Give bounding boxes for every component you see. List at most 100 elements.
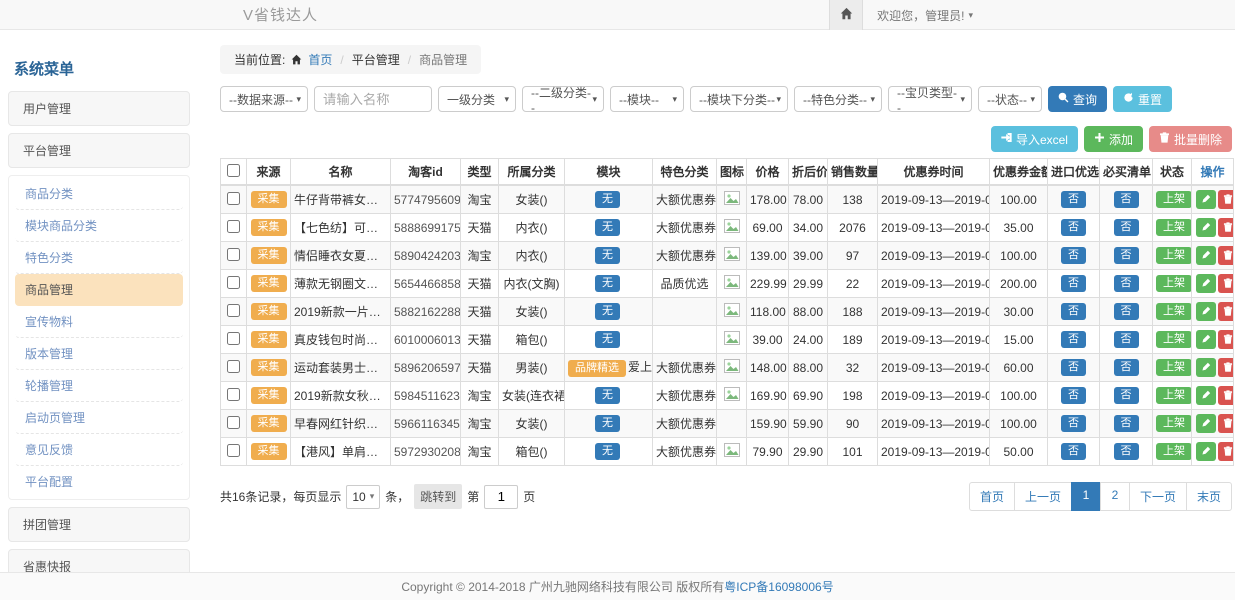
- must-buy-badge[interactable]: 否: [1114, 331, 1139, 348]
- must-buy-badge[interactable]: 否: [1114, 443, 1139, 460]
- sidebar-item-特色分类[interactable]: 特色分类: [15, 242, 183, 274]
- must-buy-badge[interactable]: 否: [1114, 219, 1139, 236]
- row-checkbox[interactable]: [227, 444, 240, 457]
- row-checkbox[interactable]: [227, 192, 240, 205]
- sidebar-item-版本管理[interactable]: 版本管理: [15, 338, 183, 370]
- import-excel-button[interactable]: 导入excel: [991, 126, 1078, 152]
- delete-button[interactable]: [1218, 190, 1234, 209]
- filter-module-subcategory[interactable]: --模块下分类--▾: [690, 86, 788, 112]
- page-button-下一页[interactable]: 下一页: [1129, 482, 1187, 511]
- name-search-input[interactable]: [314, 86, 432, 112]
- sidebar-item-平台管理[interactable]: 平台管理: [8, 133, 190, 168]
- table-header-row: 来源 名称 淘客id 类型 所属分类 模块 特色分类 图标 价格 折后价 销售数…: [221, 159, 1234, 186]
- module-cell: 无: [565, 214, 653, 242]
- page-button-上一页[interactable]: 上一页: [1014, 482, 1072, 511]
- page-button-首页[interactable]: 首页: [969, 482, 1015, 511]
- row-checkbox[interactable]: [227, 304, 240, 317]
- import-select-badge[interactable]: 否: [1061, 387, 1086, 404]
- module-badge: 无: [595, 415, 620, 432]
- product-name: 薄款无钢圈文胸聚拢性...: [291, 270, 391, 298]
- page-number-input[interactable]: [484, 485, 518, 509]
- row-checkbox[interactable]: [227, 220, 240, 233]
- filter-status[interactable]: --状态--▾: [978, 86, 1042, 112]
- edit-button[interactable]: [1196, 442, 1216, 461]
- per-page-select[interactable]: 10▾: [346, 485, 380, 509]
- import-select-badge[interactable]: 否: [1061, 275, 1086, 292]
- import-select-badge[interactable]: 否: [1061, 303, 1086, 320]
- filter-level2-category[interactable]: --二级分类--▾: [522, 86, 604, 112]
- import-select-badge[interactable]: 否: [1061, 247, 1086, 264]
- row-checkbox[interactable]: [227, 332, 240, 345]
- must-buy-badge[interactable]: 否: [1114, 191, 1139, 208]
- filter-level1-category[interactable]: 一级分类▾: [438, 86, 516, 112]
- row-checkbox[interactable]: [227, 360, 240, 373]
- edit-button[interactable]: [1196, 190, 1216, 209]
- must-buy-badge[interactable]: 否: [1114, 247, 1139, 264]
- sidebar-item-模块商品分类[interactable]: 模块商品分类: [15, 210, 183, 242]
- import-select-badge[interactable]: 否: [1061, 191, 1086, 208]
- must-buy-badge[interactable]: 否: [1114, 415, 1139, 432]
- must-buy-badge[interactable]: 否: [1114, 359, 1139, 376]
- search-button[interactable]: 查询: [1048, 86, 1107, 112]
- edit-button[interactable]: [1196, 246, 1216, 265]
- sidebar-item-商品管理[interactable]: 商品管理: [15, 274, 183, 306]
- add-button[interactable]: 添加: [1084, 126, 1143, 152]
- delete-button[interactable]: [1218, 302, 1234, 321]
- edit-button[interactable]: [1196, 358, 1216, 377]
- delete-button[interactable]: [1218, 442, 1234, 461]
- row-checkbox[interactable]: [227, 388, 240, 401]
- sidebar-item-商品分类[interactable]: 商品分类: [15, 178, 183, 210]
- must-buy-badge[interactable]: 否: [1114, 303, 1139, 320]
- delete-button[interactable]: [1218, 414, 1234, 433]
- source-badge: 采集: [251, 359, 287, 376]
- page-button-末页[interactable]: 末页: [1186, 482, 1232, 511]
- import-select-badge[interactable]: 否: [1061, 415, 1086, 432]
- delete-button[interactable]: [1218, 246, 1234, 265]
- sidebar-item-轮播管理[interactable]: 轮播管理: [15, 370, 183, 402]
- row-checkbox[interactable]: [227, 416, 240, 429]
- import-select-badge[interactable]: 否: [1061, 331, 1086, 348]
- edit-button[interactable]: [1196, 218, 1216, 237]
- user-menu[interactable]: 欢迎您，管理员! ▾: [863, 0, 987, 30]
- row-checkbox[interactable]: [227, 248, 240, 261]
- page-button-2[interactable]: 2: [1100, 482, 1130, 511]
- filter-item-type[interactable]: --宝贝类型--▾: [888, 86, 972, 112]
- feature-category: 大额优惠券: [653, 185, 717, 214]
- sidebar-item-平台配置[interactable]: 平台配置: [15, 466, 183, 497]
- jump-button[interactable]: 跳转到: [414, 484, 462, 509]
- edit-button[interactable]: [1196, 302, 1216, 321]
- delete-button[interactable]: [1218, 274, 1234, 293]
- sidebar-item-宣传物料[interactable]: 宣传物料: [15, 306, 183, 338]
- row-select-cell: [221, 438, 247, 466]
- must-buy-badge[interactable]: 否: [1114, 275, 1139, 292]
- icp-link[interactable]: 粤ICP备16098006号: [724, 578, 833, 595]
- sidebar-item-意见反馈[interactable]: 意见反馈: [15, 434, 183, 466]
- edit-button[interactable]: [1196, 274, 1216, 293]
- sidebar-item-用户管理[interactable]: 用户管理: [8, 91, 190, 126]
- edit-button[interactable]: [1196, 414, 1216, 433]
- module-cell: 无: [565, 242, 653, 270]
- page-button-1[interactable]: 1: [1071, 482, 1101, 511]
- home-nav-button[interactable]: [829, 0, 863, 30]
- delete-button[interactable]: [1218, 218, 1234, 237]
- chevron-down-icon: ▾: [960, 94, 965, 105]
- breadcrumb-home-link[interactable]: 首页: [308, 51, 332, 68]
- reset-button[interactable]: 重置: [1113, 86, 1172, 112]
- delete-button[interactable]: [1218, 386, 1234, 405]
- delete-button[interactable]: [1218, 330, 1234, 349]
- filter-module[interactable]: --模块--▾: [610, 86, 684, 112]
- row-checkbox[interactable]: [227, 276, 240, 289]
- filter-feature-category[interactable]: --特色分类--▾: [794, 86, 882, 112]
- import-select-badge[interactable]: 否: [1061, 219, 1086, 236]
- edit-button[interactable]: [1196, 330, 1216, 349]
- edit-button[interactable]: [1196, 386, 1216, 405]
- delete-button[interactable]: [1218, 358, 1234, 377]
- filter-data-source[interactable]: --数据来源--▾: [220, 86, 308, 112]
- import-select-badge[interactable]: 否: [1061, 359, 1086, 376]
- select-all-checkbox[interactable]: [227, 164, 240, 177]
- batch-delete-button[interactable]: 批量删除: [1149, 126, 1232, 152]
- sidebar-item-拼团管理[interactable]: 拼团管理: [8, 507, 190, 542]
- must-buy-badge[interactable]: 否: [1114, 387, 1139, 404]
- sidebar-item-启动页管理[interactable]: 启动页管理: [15, 402, 183, 434]
- import-select-badge[interactable]: 否: [1061, 443, 1086, 460]
